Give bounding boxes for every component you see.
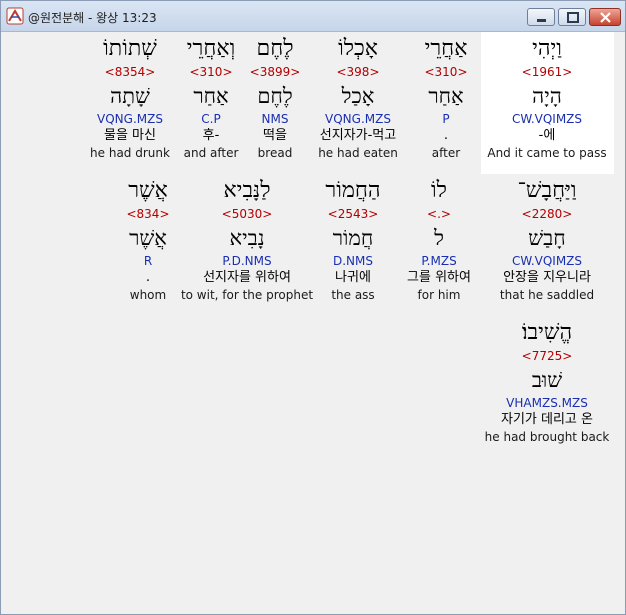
english-gloss: whom (129, 288, 167, 302)
hebrew-lemma: אֲשֶׁר (129, 226, 167, 250)
hebrew-lemma: שׁוּב (531, 368, 563, 392)
korean-gloss: 물을 마신 (104, 128, 156, 143)
morphology-code: R (143, 254, 153, 268)
english-gloss: he had drunk (90, 146, 170, 160)
word-block[interactable]: שְׁתוֹתוֹ <8354> שָׁתָה VQNG.MZS 물을 마신 h… (65, 34, 195, 161)
word-block[interactable]: אֲשֶׁר <834> אֲשֶׁר R . whom (83, 176, 213, 303)
hebrew-word: הֱשִׁיבוֹ׃ (521, 320, 573, 345)
strong-number: <834> (126, 207, 170, 221)
close-button[interactable] (589, 8, 621, 26)
minimize-button[interactable] (527, 8, 555, 26)
strong-number: <7725> (521, 349, 573, 363)
analysis-panel: וַיְהִי <1961> הָיָה CW.VQIMZS -에 And it… (5, 32, 621, 610)
strong-number: <8354> (104, 65, 156, 79)
hebrew-word: אֲשֶׁר (128, 178, 168, 203)
hebrew-lemma: שָׁתָה (110, 84, 150, 108)
word-block[interactable]: הֱשִׁיבוֹ׃ <7725> שׁוּב VHAMZS.MZS 자기가 데… (477, 318, 617, 445)
maximize-button[interactable] (558, 8, 586, 26)
minimize-icon (537, 19, 546, 22)
close-icon (600, 12, 611, 23)
app-window: @원전분해 - 왕상 13:23 וַיְהִי <1961> הָיָה CW… (0, 0, 626, 615)
hebrew-word: שְׁתוֹתוֹ (103, 36, 157, 61)
morphology-code: VQNG.MZS (97, 112, 163, 126)
title-bar[interactable]: @원전분해 - 왕상 13:23 (1, 1, 625, 32)
morphology-code: VHAMZS.MZS (506, 396, 588, 410)
english-gloss: he had brought back (484, 430, 610, 444)
korean-gloss: 자기가 데리고 온 (501, 412, 593, 427)
window-title: @원전분해 - 왕상 13:23 (28, 11, 157, 25)
korean-gloss: . (145, 270, 151, 285)
maximize-icon (567, 12, 579, 23)
app-logo-icon (6, 7, 24, 25)
